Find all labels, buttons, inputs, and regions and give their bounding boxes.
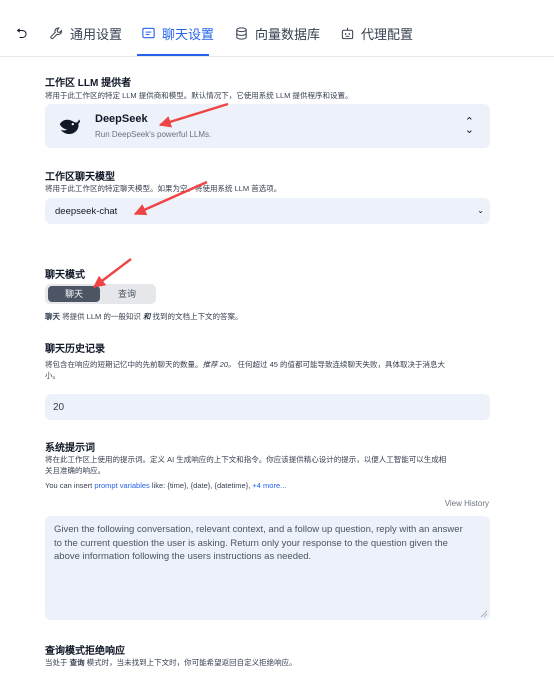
tab-label: 代理配置 xyxy=(361,26,414,42)
view-history-link[interactable]: View History xyxy=(445,499,489,508)
history-label: 聊天历史记录 xyxy=(45,344,105,355)
chat-icon xyxy=(142,27,155,38)
arrow-to-chat-mode xyxy=(93,258,132,288)
chevron-down-icon: ⌄ xyxy=(477,206,484,215)
tab-agent-config[interactable]: 代理配置 xyxy=(340,25,414,42)
robot-icon xyxy=(341,27,354,39)
more-variables-link[interactable]: +4 more... xyxy=(252,481,286,490)
refusal-description: 当处于 查询 模式时，当未找到上下文时，你可能希望返回自定义拒绝响应。 xyxy=(45,658,297,667)
prompt-variables-hint: You can insert prompt variables like: {t… xyxy=(45,481,287,490)
tab-vector-database[interactable]: 向量数据库 xyxy=(234,25,321,42)
model-select[interactable]: deepseek-chat ⌄ xyxy=(45,198,490,224)
system-prompt-textarea[interactable]: Given the following conversation, releva… xyxy=(45,516,490,620)
back-icon[interactable]: ⮌ xyxy=(16,26,27,40)
chat-mode-label: 聊天模式 xyxy=(45,270,85,281)
provider-description: 将用于此工作区的特定 LLM 提供商和模型。默认情况下，它使用系统 LLM 提供… xyxy=(45,91,353,100)
active-tab-indicator xyxy=(137,54,209,56)
tab-label: 通用设置 xyxy=(70,26,123,42)
history-description: 将包含在响应的短期记忆中的先前聊天的数量。推荐 20。 任何超过 45 的值都可… xyxy=(45,360,446,380)
chat-mode-description: 聊天 将提供 LLM 的一般知识 和 找到的文档上下文的答案。 xyxy=(45,312,243,321)
tab-chat-settings[interactable]: 聊天设置 xyxy=(141,25,215,42)
model-label: 工作区聊天模型 xyxy=(45,172,115,183)
chat-mode-option-query[interactable]: 查询 xyxy=(101,286,153,302)
wrench-icon xyxy=(50,27,62,39)
model-description: 将用于此工作区的特定聊天模型。如果为空，将使用系统 LLM 首选项。 xyxy=(45,184,282,193)
resize-handle-icon[interactable] xyxy=(480,610,488,618)
provider-name: DeepSeek xyxy=(95,113,148,125)
system-prompt-label: 系统提示词 xyxy=(45,443,95,454)
chat-mode-option-chat[interactable]: 聊天 xyxy=(48,286,100,302)
history-count-input[interactable]: 20 xyxy=(45,394,490,420)
settings-tab-bar: ⮌ 通用设置 聊天设置 向量数据库 代理配置 xyxy=(0,0,554,57)
tab-general-settings[interactable]: 通用设置 xyxy=(49,25,123,42)
model-select-value: deepseek-chat xyxy=(55,206,118,217)
database-icon xyxy=(236,26,247,40)
prompt-variables-link[interactable]: prompt variables xyxy=(94,481,149,490)
system-prompt-text: Given the following conversation, releva… xyxy=(54,524,463,562)
tab-label: 向量数据库 xyxy=(255,26,321,42)
provider-label: 工作区 LLM 提供者 xyxy=(45,78,132,89)
system-prompt-description: 将在此工作区上使用的提示词。定义 AI 生成响应的上下文和指令。你应该提供精心设… xyxy=(45,455,447,475)
chat-mode-toggle: 聊天 查询 xyxy=(45,284,156,304)
tab-label: 聊天设置 xyxy=(162,26,215,42)
provider-selector[interactable]: DeepSeek Run DeepSeek's powerful LLMs. ⌃… xyxy=(45,104,490,148)
refusal-label: 查询模式拒绝响应 xyxy=(45,646,125,657)
deepseek-logo-icon xyxy=(59,119,81,134)
provider-subtitle: Run DeepSeek's powerful LLMs. xyxy=(95,130,212,139)
history-count-value: 20 xyxy=(53,402,65,413)
chevron-up-down-icon: ⌃ ⌄ xyxy=(464,116,474,136)
